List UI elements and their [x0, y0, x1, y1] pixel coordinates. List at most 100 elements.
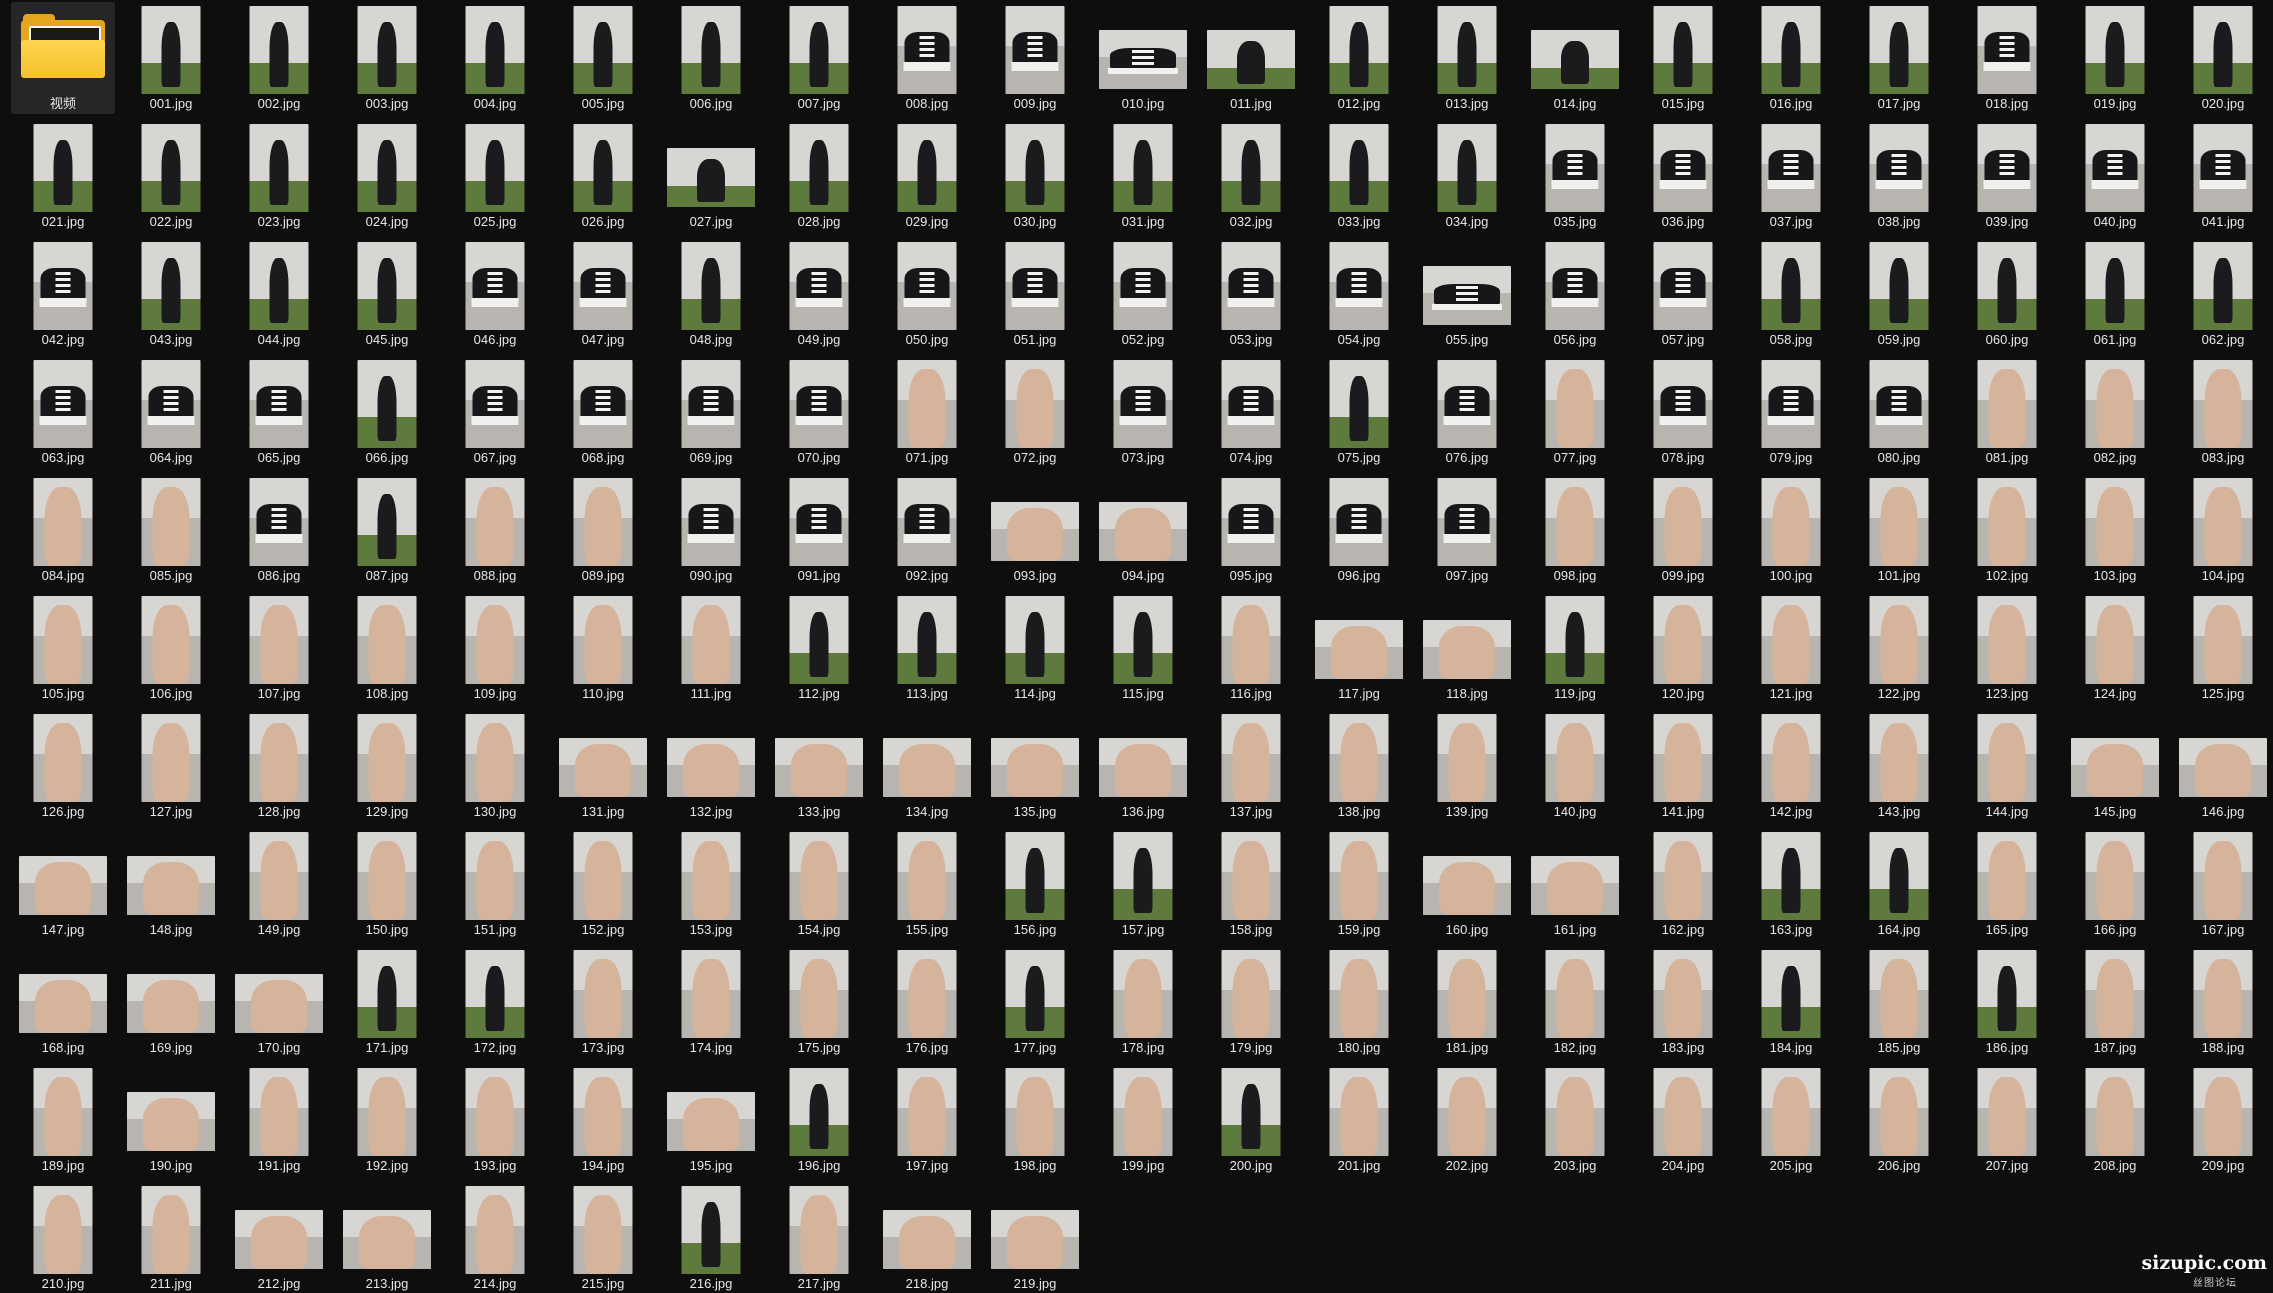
file-item[interactable]: 102.jpg — [1955, 474, 2059, 586]
file-item[interactable]: 007.jpg — [767, 2, 871, 114]
file-item[interactable]: 207.jpg — [1955, 1064, 2059, 1176]
file-item[interactable]: 049.jpg — [767, 238, 871, 350]
file-item[interactable]: 099.jpg — [1631, 474, 1735, 586]
file-item[interactable]: 057.jpg — [1631, 238, 1735, 350]
file-item[interactable]: 188.jpg — [2171, 946, 2273, 1058]
file-item[interactable]: 021.jpg — [11, 120, 115, 232]
file-item[interactable]: 092.jpg — [875, 474, 979, 586]
file-item[interactable]: 184.jpg — [1739, 946, 1843, 1058]
file-item[interactable]: 106.jpg — [119, 592, 223, 704]
file-item[interactable]: 169.jpg — [119, 946, 223, 1058]
file-item[interactable]: 132.jpg — [659, 710, 763, 822]
file-item[interactable]: 134.jpg — [875, 710, 979, 822]
file-item[interactable]: 148.jpg — [119, 828, 223, 940]
file-item[interactable]: 191.jpg — [227, 1064, 331, 1176]
file-item[interactable]: 190.jpg — [119, 1064, 223, 1176]
file-item[interactable]: 161.jpg — [1523, 828, 1627, 940]
file-item[interactable]: 183.jpg — [1631, 946, 1735, 1058]
file-item[interactable]: 185.jpg — [1847, 946, 1951, 1058]
file-item[interactable]: 117.jpg — [1307, 592, 1411, 704]
file-item[interactable]: 073.jpg — [1091, 356, 1195, 468]
file-item[interactable]: 091.jpg — [767, 474, 871, 586]
file-item[interactable]: 120.jpg — [1631, 592, 1735, 704]
file-item[interactable]: 157.jpg — [1091, 828, 1195, 940]
file-item[interactable]: 068.jpg — [551, 356, 655, 468]
file-item[interactable]: 139.jpg — [1415, 710, 1519, 822]
file-item[interactable]: 179.jpg — [1199, 946, 1303, 1058]
file-item[interactable]: 137.jpg — [1199, 710, 1303, 822]
file-item[interactable]: 111.jpg — [659, 592, 763, 704]
file-item[interactable]: 078.jpg — [1631, 356, 1735, 468]
file-item[interactable]: 136.jpg — [1091, 710, 1195, 822]
file-item[interactable]: 046.jpg — [443, 238, 547, 350]
file-item[interactable]: 131.jpg — [551, 710, 655, 822]
file-item[interactable]: 004.jpg — [443, 2, 547, 114]
file-item[interactable]: 101.jpg — [1847, 474, 1951, 586]
file-item[interactable]: 177.jpg — [983, 946, 1087, 1058]
file-item[interactable]: 154.jpg — [767, 828, 871, 940]
file-item[interactable]: 149.jpg — [227, 828, 331, 940]
file-item[interactable]: 145.jpg — [2063, 710, 2167, 822]
file-item[interactable]: 182.jpg — [1523, 946, 1627, 1058]
file-item[interactable]: 065.jpg — [227, 356, 331, 468]
file-item[interactable]: 043.jpg — [119, 238, 223, 350]
file-item[interactable]: 142.jpg — [1739, 710, 1843, 822]
file-item[interactable]: 124.jpg — [2063, 592, 2167, 704]
file-item[interactable]: 199.jpg — [1091, 1064, 1195, 1176]
file-item[interactable]: 218.jpg — [875, 1182, 979, 1293]
file-item[interactable]: 146.jpg — [2171, 710, 2273, 822]
file-item[interactable]: 178.jpg — [1091, 946, 1195, 1058]
file-item[interactable]: 194.jpg — [551, 1064, 655, 1176]
file-item[interactable]: 093.jpg — [983, 474, 1087, 586]
file-item[interactable]: 053.jpg — [1199, 238, 1303, 350]
file-item[interactable]: 174.jpg — [659, 946, 763, 1058]
file-item[interactable]: 045.jpg — [335, 238, 439, 350]
file-item[interactable]: 040.jpg — [2063, 120, 2167, 232]
file-item[interactable]: 048.jpg — [659, 238, 763, 350]
file-item[interactable]: 062.jpg — [2171, 238, 2273, 350]
file-item[interactable]: 197.jpg — [875, 1064, 979, 1176]
file-item[interactable]: 125.jpg — [2171, 592, 2273, 704]
file-item[interactable]: 159.jpg — [1307, 828, 1411, 940]
file-item[interactable]: 086.jpg — [227, 474, 331, 586]
file-item[interactable]: 217.jpg — [767, 1182, 871, 1293]
file-item[interactable]: 123.jpg — [1955, 592, 2059, 704]
file-item[interactable]: 059.jpg — [1847, 238, 1951, 350]
file-item[interactable]: 202.jpg — [1415, 1064, 1519, 1176]
file-item[interactable]: 087.jpg — [335, 474, 439, 586]
file-item[interactable]: 189.jpg — [11, 1064, 115, 1176]
file-item[interactable]: 070.jpg — [767, 356, 871, 468]
file-item[interactable]: 196.jpg — [767, 1064, 871, 1176]
file-item[interactable]: 052.jpg — [1091, 238, 1195, 350]
file-item[interactable]: 113.jpg — [875, 592, 979, 704]
file-item[interactable]: 058.jpg — [1739, 238, 1843, 350]
file-item[interactable]: 047.jpg — [551, 238, 655, 350]
file-item[interactable]: 006.jpg — [659, 2, 763, 114]
file-item[interactable]: 083.jpg — [2171, 356, 2273, 468]
file-item[interactable]: 077.jpg — [1523, 356, 1627, 468]
file-item[interactable]: 098.jpg — [1523, 474, 1627, 586]
file-item[interactable]: 214.jpg — [443, 1182, 547, 1293]
file-item[interactable]: 110.jpg — [551, 592, 655, 704]
file-item[interactable]: 074.jpg — [1199, 356, 1303, 468]
file-item[interactable]: 208.jpg — [2063, 1064, 2167, 1176]
file-item[interactable]: 165.jpg — [1955, 828, 2059, 940]
file-item[interactable]: 135.jpg — [983, 710, 1087, 822]
file-item[interactable]: 010.jpg — [1091, 2, 1195, 114]
file-item[interactable]: 066.jpg — [335, 356, 439, 468]
file-item[interactable]: 061.jpg — [2063, 238, 2167, 350]
file-item[interactable]: 009.jpg — [983, 2, 1087, 114]
file-item[interactable]: 109.jpg — [443, 592, 547, 704]
file-item[interactable]: 084.jpg — [11, 474, 115, 586]
file-item[interactable]: 166.jpg — [2063, 828, 2167, 940]
file-item[interactable]: 118.jpg — [1415, 592, 1519, 704]
file-item[interactable]: 034.jpg — [1415, 120, 1519, 232]
file-item[interactable]: 063.jpg — [11, 356, 115, 468]
file-item[interactable]: 096.jpg — [1307, 474, 1411, 586]
file-item[interactable]: 055.jpg — [1415, 238, 1519, 350]
file-item[interactable]: 075.jpg — [1307, 356, 1411, 468]
file-item[interactable]: 151.jpg — [443, 828, 547, 940]
folder-item-video[interactable]: 视频 — [11, 2, 115, 114]
file-item[interactable]: 089.jpg — [551, 474, 655, 586]
file-item[interactable]: 209.jpg — [2171, 1064, 2273, 1176]
